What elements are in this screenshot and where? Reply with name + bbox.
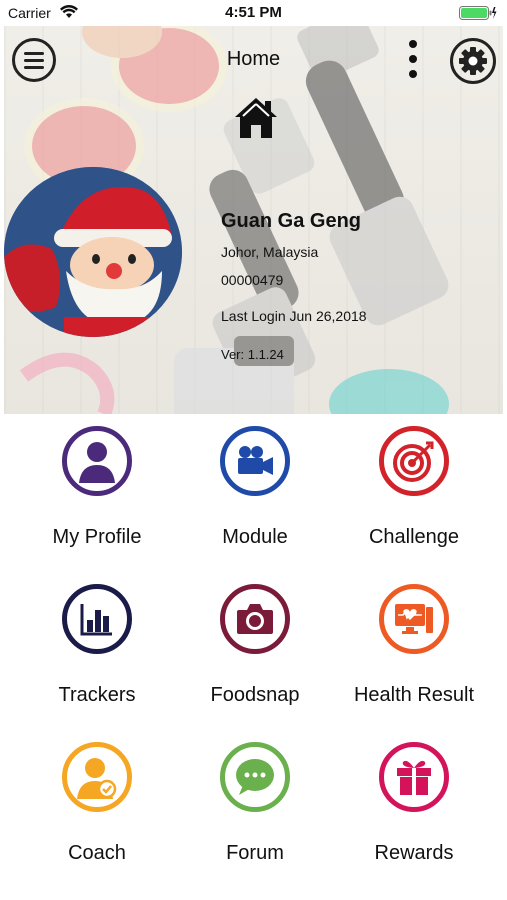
menu-tile-module[interactable]: Module [175,414,335,564]
user-id: 00000479 [221,272,284,288]
profile-header: Home Guan Ga Geng Johor, Malaysia 000004… [4,26,503,414]
person-icon [62,426,132,496]
health-monitor-icon [379,584,449,654]
menu-tile-coach[interactable]: Coach [17,730,177,880]
camera-icon [220,584,290,654]
menu-label: Module [222,526,288,548]
menu-tile-trackers[interactable]: Trackers [17,572,177,722]
menu-label: Forum [226,842,284,864]
menu-label: Foodsnap [210,684,300,706]
status-bar: Carrier 4:51 PM [0,0,507,26]
user-location: Johor, Malaysia [221,244,319,260]
page-title: Home [226,48,281,70]
avatar[interactable] [4,167,182,337]
settings-button[interactable] [450,38,496,84]
more-options-button[interactable] [406,40,420,84]
menu-label: Trackers [58,684,136,706]
user-name: Guan Ga Geng [221,210,362,232]
gear-icon [459,47,487,75]
menu-label: Coach [68,842,126,864]
coach-icon [62,742,132,812]
chat-bubble-icon [220,742,290,812]
bar-chart-icon [62,584,132,654]
video-camera-icon [220,426,290,496]
menu-tile-foodsnap[interactable]: Foodsnap [175,572,335,722]
menu-label: My Profile [52,526,142,548]
clock: 4:51 PM [225,4,282,21]
menu-tile-rewards[interactable]: Rewards [334,730,494,880]
gift-icon [379,742,449,812]
menu-tile-forum[interactable]: Forum [175,730,335,880]
home-icon[interactable] [233,96,279,145]
menu-tile-health-result[interactable]: Health Result [334,572,494,722]
menu-label: Rewards [374,842,454,864]
app-version: Ver: 1.1.24 [221,347,284,362]
menu-label: Health Result [353,684,475,706]
target-icon [379,426,449,496]
menu-tile-challenge[interactable]: Challenge [334,414,494,564]
menu-label: Challenge [368,526,460,548]
last-login: Last Login Jun 26,2018 [221,308,367,324]
menu-grid: My Profile Module Challenge Trackers Foo… [0,414,507,900]
battery-icon [459,6,497,23]
menu-tile-my-profile[interactable]: My Profile [17,414,177,564]
